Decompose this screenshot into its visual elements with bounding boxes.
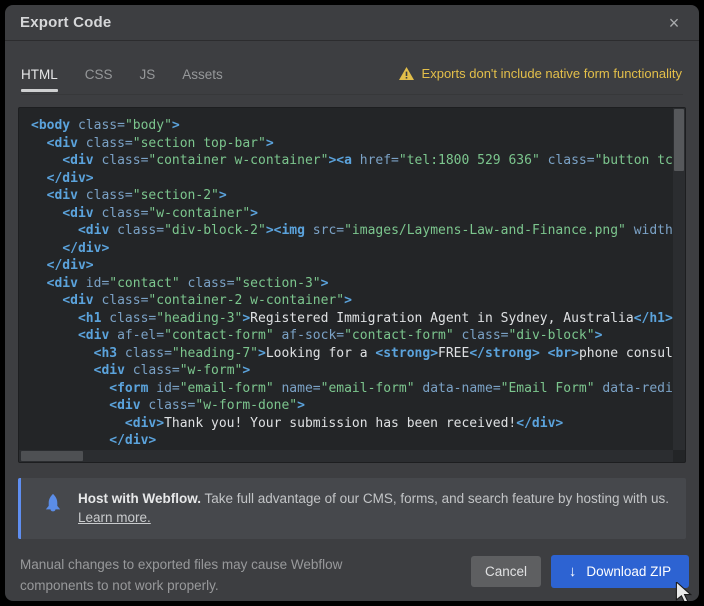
close-icon: × <box>669 13 680 34</box>
code-line: <div>Thank you! Your submission has been… <box>31 415 673 433</box>
cancel-button[interactable]: Cancel <box>471 556 541 587</box>
download-zip-button[interactable]: ↓ Download ZIP <box>551 555 689 588</box>
h-scrollbar-thumb[interactable] <box>21 451 83 461</box>
code-line: <div class="section-2"> <box>31 187 673 205</box>
code-line: <h3 class="heading-7">Looking for a <str… <box>31 345 673 363</box>
banner-text-rest: Take full advantage of our CMS, forms, a… <box>205 491 670 506</box>
form-warning: Exports don't include native form functi… <box>399 66 682 81</box>
webflow-rocket-icon <box>42 493 64 520</box>
code-viewer[interactable]: <body class="body"> <div class="section … <box>18 107 686 463</box>
code-line: <div class="w-form"> <box>31 362 673 380</box>
close-button[interactable]: × <box>662 11 686 35</box>
banner-text: Host with Webflow. Take full advantage o… <box>78 489 670 509</box>
code-line: </div> <box>31 240 673 258</box>
code-line: <div class="w-container"> <box>31 205 673 223</box>
code-line: <div class="div-block-2"><img src="image… <box>31 222 673 240</box>
tabs-divider <box>21 94 683 95</box>
tab-html[interactable]: HTML <box>21 67 58 82</box>
tab-css[interactable]: CSS <box>85 67 113 82</box>
h-scrollbar-track[interactable] <box>19 450 673 462</box>
code-line: <div class="container w-container"><a hr… <box>31 152 673 170</box>
dialog-title: Export Code <box>20 14 111 31</box>
hosting-banner: Host with Webflow. Take full advantage o… <box>18 478 686 539</box>
footer-note: Manual changes to exported files may cau… <box>20 554 342 596</box>
code-line: <div class="w-form-done"> <box>31 397 673 415</box>
code-line: </div> <box>31 432 673 450</box>
download-icon: ↓ <box>569 564 577 579</box>
warning-icon <box>399 67 414 80</box>
v-scrollbar-thumb[interactable] <box>674 109 684 171</box>
code-line: </div> <box>31 170 673 188</box>
learn-more-link[interactable]: Learn more. <box>78 510 151 525</box>
footer-note-line1: Manual changes to exported files may cau… <box>20 554 342 575</box>
code-line: <div class="section top-bar"> <box>31 135 673 153</box>
v-scrollbar-track[interactable] <box>673 108 685 450</box>
download-label: Download ZIP <box>586 564 671 579</box>
code-line: <div id="contact" class="section-3"> <box>31 275 673 293</box>
code-line: <div af-el="contact-form" af-sock="conta… <box>31 327 673 345</box>
footer-note-line2: components to not work properly. <box>20 575 342 596</box>
code-line: <body class="body"> <box>31 117 673 135</box>
code-line: <form id="email-form" name="email-form" … <box>31 380 673 398</box>
export-dialog: Export Code × HTML CSS JS Assets Exports… <box>5 5 699 601</box>
tab-assets[interactable]: Assets <box>182 67 223 82</box>
dialog-header: Export Code × <box>5 5 699 41</box>
banner-text-bold: Host with Webflow. <box>78 491 201 506</box>
code-line: <h1 class="heading-3">Registered Immigra… <box>31 310 673 328</box>
code-line: </div> <box>31 257 673 275</box>
warning-text: Exports don't include native form functi… <box>422 66 682 81</box>
code-content: <body class="body"> <div class="section … <box>19 108 673 450</box>
code-line: <div class="container-2 w-container"> <box>31 292 673 310</box>
tab-js[interactable]: JS <box>140 67 156 82</box>
tabs-row: HTML CSS JS Assets <box>21 63 223 85</box>
